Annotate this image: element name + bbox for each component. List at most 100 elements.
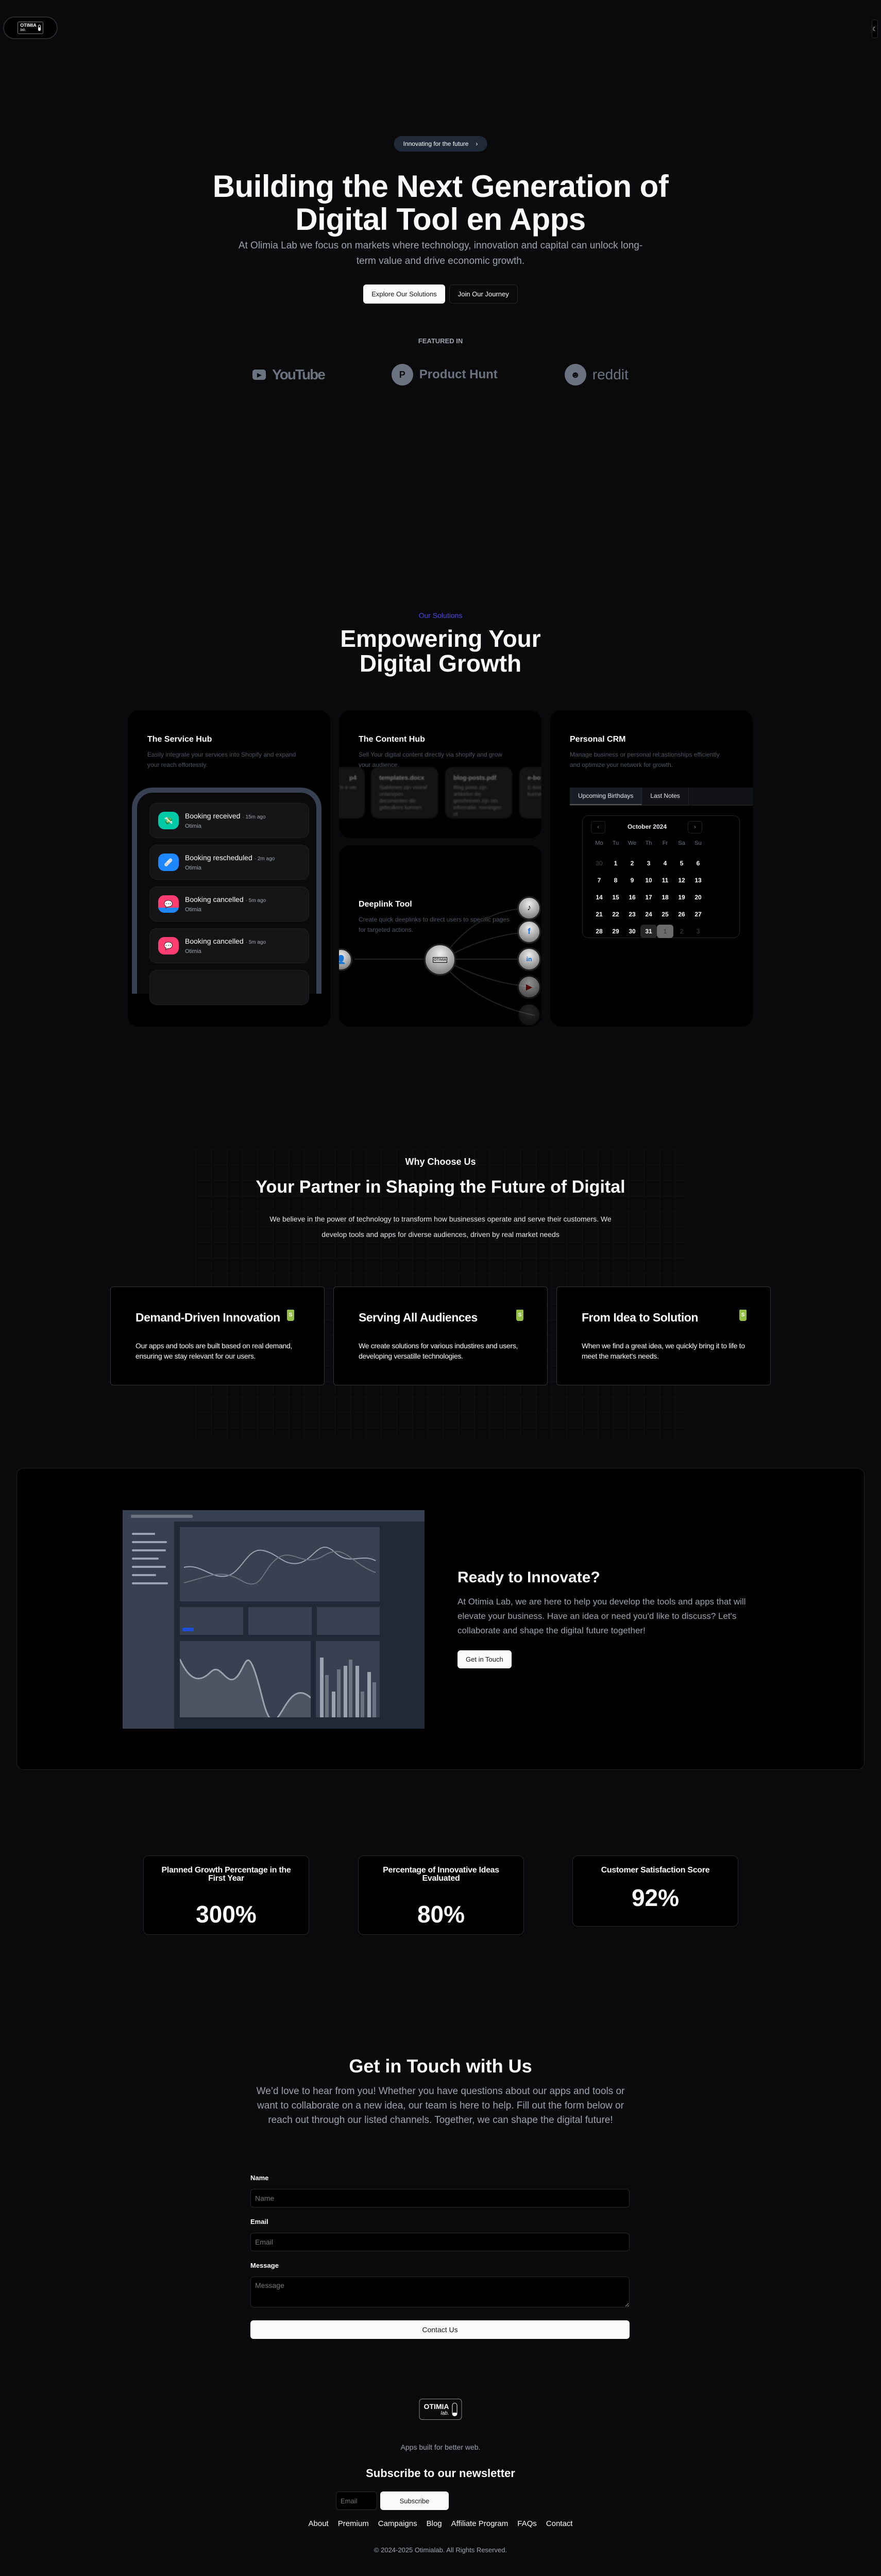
calendar-day[interactable]: 27 <box>690 908 706 921</box>
instagram-node[interactable]: ◎ <box>517 1003 541 1027</box>
stat-label: Percentage of Innovative Ideas Evaluated <box>383 1866 499 1883</box>
footer-link-premium[interactable]: Premium <box>338 2519 369 2528</box>
calendar-day[interactable]: 5 <box>673 857 690 870</box>
get-in-touch-button[interactable]: Get in Touch <box>458 1650 512 1668</box>
youtube-node[interactable]: ▶ <box>517 975 541 999</box>
file-card: e-boE-boo digita die g kunne <box>519 767 541 818</box>
cta-title: Ready to Innovate? <box>458 1569 600 1586</box>
notification-item: 💬 Booking cancelled · 5m ago Otimia <box>149 928 309 963</box>
footer-link-campaigns[interactable]: Campaigns <box>378 2519 417 2528</box>
calendar-day[interactable]: 22 <box>607 908 624 921</box>
content-hub-card[interactable]: The Content Hub Sell Your digital conten… <box>339 710 541 838</box>
calendar-day[interactable]: 11 <box>657 874 673 887</box>
calendar-day[interactable]: 20 <box>690 891 706 904</box>
tab-upcoming-birthdays[interactable]: Upcoming Birthdays <box>570 788 642 805</box>
footer-link-blog[interactable]: Blog <box>427 2519 442 2528</box>
stat-label: Planned Growth Percentage in the First Y… <box>161 1866 291 1883</box>
calendar-day[interactable]: 30 <box>624 925 640 938</box>
card-title: Personal CRM <box>570 735 626 744</box>
explore-solutions-button[interactable]: Explore Our Solutions <box>363 285 445 304</box>
tab-last-notes[interactable]: Last Notes <box>642 788 689 805</box>
file-card: blog-posts.pdf Blog posts zijn artikelen … <box>445 767 512 818</box>
contact-us-button[interactable]: Contact Us <box>250 2320 630 2339</box>
stat-value: 300% <box>196 1901 257 1928</box>
calendar-day[interactable]: 3 <box>640 857 657 870</box>
hero-badge[interactable]: Innovating for the future › <box>394 136 487 152</box>
service-hub-card[interactable]: The Service Hub Easily integrate your se… <box>128 710 330 1027</box>
contact-subtitle: We’d love to hear from you! Whether you … <box>256 2086 625 2126</box>
notification-item <box>149 970 309 1005</box>
name-label: Name <box>250 2174 269 2182</box>
calendar-day[interactable]: 26 <box>673 908 690 921</box>
youtube-icon: ▶ <box>526 983 533 992</box>
calendar-day[interactable]: 9 <box>624 874 640 887</box>
calendar-day[interactable]: 23 <box>624 908 640 921</box>
calendar-day[interactable]: 7 <box>591 874 607 887</box>
bar-chart-panel <box>316 1641 380 1717</box>
calendar-day[interactable]: 13 <box>690 874 706 887</box>
section-label: Why Choose Us <box>405 1157 476 1167</box>
calendar-day[interactable]: 31 <box>640 924 657 938</box>
stat-card: Planned Growth Percentage in the First Y… <box>143 1855 309 1935</box>
theme-toggle-button[interactable]: ☾ <box>872 20 878 38</box>
calendar-day[interactable]: 14 <box>591 891 607 904</box>
calendar-day[interactable]: 28 <box>591 925 607 938</box>
join-journey-button[interactable]: Join Our Journey <box>449 285 518 304</box>
contact-title: Get in Touch with Us <box>349 2055 532 2077</box>
calendar-day[interactable]: 2 <box>673 925 690 938</box>
calendar-day[interactable]: 1 <box>657 924 673 938</box>
newsletter-form: Subscribe <box>336 2491 449 2510</box>
card-title: The Content Hub <box>359 735 425 744</box>
youtube-logo: ▶ YouTube <box>252 366 326 383</box>
calendar-day[interactable]: 8 <box>607 874 624 887</box>
weekday-label: Tu <box>612 840 619 846</box>
tiktok-node[interactable]: ♪ <box>517 896 541 920</box>
footer-link-faqs[interactable]: FAQs <box>517 2519 537 2528</box>
calendar-day[interactable]: 21 <box>591 908 607 921</box>
feature-title: Serving All Audiences <box>359 1311 478 1324</box>
tiktok-icon: ♪ <box>527 904 531 912</box>
logo: OTIMIA lab. <box>18 22 43 34</box>
calendar-day[interactable]: 6 <box>690 857 706 870</box>
facebook-node[interactable]: f <box>517 920 541 944</box>
calendar-day[interactable]: 2 <box>624 857 640 870</box>
panel <box>180 1607 243 1635</box>
footer-link-affiliate[interactable]: Affiliate Program <box>451 2519 509 2528</box>
logo-subtext: lab. <box>20 28 26 32</box>
calendar-day[interactable]: 30 <box>591 857 607 870</box>
next-month-button[interactable]: › <box>688 821 702 833</box>
calendar-day[interactable]: 12 <box>673 874 690 887</box>
notification-item: 💬 Booking cancelled · 5m ago Otimia <box>149 886 309 922</box>
subscribe-button[interactable]: Subscribe <box>380 2491 449 2510</box>
weekday-label: Su <box>694 840 702 846</box>
calendar-day[interactable]: 10 <box>640 874 657 887</box>
calendar-day[interactable]: 1 <box>607 857 624 870</box>
name-input[interactable] <box>250 2189 630 2207</box>
calendar-day[interactable]: 29 <box>607 925 624 938</box>
newsletter-email-input[interactable] <box>336 2491 377 2510</box>
calendar-day[interactable]: 4 <box>657 857 673 870</box>
linkedin-node[interactable]: in <box>517 947 541 971</box>
personal-crm-card[interactable]: Personal CRM Manage business or personal… <box>550 710 753 1027</box>
calendar-day[interactable]: 24 <box>640 908 657 921</box>
message-textarea[interactable] <box>250 2277 630 2307</box>
calendar-day[interactable]: 25 <box>657 908 673 921</box>
calendar-day[interactable]: 18 <box>657 891 673 904</box>
bandage-icon: 🩹 <box>158 854 179 871</box>
email-input[interactable] <box>250 2233 630 2251</box>
logo-button[interactable]: OTIMIA lab. <box>3 16 58 39</box>
calendar-day[interactable]: 3 <box>690 925 706 938</box>
file-card: p4 ls e ver <box>339 767 365 818</box>
calendar-day[interactable]: 19 <box>673 891 690 904</box>
weekday-label: We <box>628 840 637 846</box>
calendar-day[interactable]: 16 <box>624 891 640 904</box>
footer-link-contact[interactable]: Contact <box>546 2519 573 2528</box>
deeplink-card[interactable]: Deeplink Tool Create quick deeplinks to … <box>339 845 541 1027</box>
stat-value: 92% <box>631 1884 680 1911</box>
section-subtitle: We believe in the power of technology to… <box>269 1215 612 1239</box>
message-label: Message <box>250 2262 279 2269</box>
calendar-day[interactable]: 17 <box>640 891 657 904</box>
calendar-day[interactable]: 15 <box>607 891 624 904</box>
footer-link-about[interactable]: About <box>309 2519 329 2528</box>
footer-logo[interactable]: OTIMIA lab. <box>419 2399 462 2420</box>
